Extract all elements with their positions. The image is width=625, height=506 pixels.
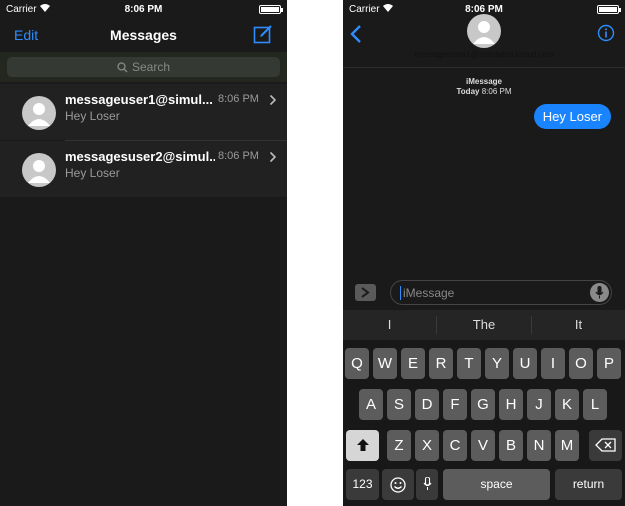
- info-icon[interactable]: [597, 24, 615, 42]
- shift-arrow-icon: [356, 439, 369, 451]
- key-k[interactable]: K: [555, 389, 579, 420]
- battery-icon: [259, 5, 283, 14]
- conversation-preview: Hey Loser: [65, 166, 120, 180]
- key-r[interactable]: R: [429, 348, 453, 379]
- key-a[interactable]: A: [359, 389, 383, 420]
- thread-timestamp: Today 8:06 PM: [343, 87, 625, 96]
- key-g[interactable]: G: [471, 389, 495, 420]
- key-u[interactable]: U: [513, 348, 537, 379]
- message-placeholder: iMessage: [403, 286, 455, 300]
- conversation-name: messageuser1@simul...: [65, 92, 213, 107]
- prediction-item[interactable]: It: [532, 310, 625, 340]
- microphone-icon: [595, 286, 604, 299]
- date-prefix: Today: [456, 87, 480, 96]
- page-title: Messages: [110, 27, 177, 43]
- chevron-right-icon: [269, 151, 277, 163]
- key-i[interactable]: I: [541, 348, 565, 379]
- key-t[interactable]: T: [457, 348, 481, 379]
- dictation-key[interactable]: [416, 469, 438, 500]
- key-b[interactable]: B: [499, 430, 523, 461]
- back-chevron-icon[interactable]: [349, 24, 363, 44]
- key-p[interactable]: P: [597, 348, 621, 379]
- key-j[interactable]: J: [527, 389, 551, 420]
- key-f[interactable]: F: [443, 389, 467, 420]
- key-m[interactable]: M: [555, 430, 579, 461]
- date-time: 8:06 PM: [481, 87, 512, 96]
- key-x[interactable]: X: [415, 430, 439, 461]
- conversation-preview: Hey Loser: [65, 109, 120, 123]
- status-time: 8:06 PM: [124, 4, 163, 15]
- delete-key[interactable]: [589, 430, 622, 461]
- key-d[interactable]: D: [415, 389, 439, 420]
- status-bar: Carrier 8:06 PM: [0, 0, 287, 20]
- avatar: [22, 96, 56, 130]
- prediction-item[interactable]: The: [437, 310, 531, 340]
- backspace-icon: [594, 438, 616, 452]
- keyboard: 123 space return QWERTYUIOP ASDFGHJKL ZXCV…: [343, 340, 625, 506]
- contact-address[interactable]: messagesuser1@simulated.icloud.com: [343, 50, 625, 59]
- text-cursor: [400, 286, 401, 300]
- conversation-screen: Carrier 8:06 PM messagesuser1@simulated.…: [343, 0, 625, 506]
- key-h[interactable]: H: [499, 389, 523, 420]
- app-drawer-button[interactable]: [355, 284, 376, 301]
- numbers-key[interactable]: 123: [346, 469, 379, 500]
- key-l[interactable]: L: [583, 389, 607, 420]
- key-o[interactable]: O: [569, 348, 593, 379]
- avatar[interactable]: [467, 14, 501, 48]
- predictive-bar: I The It: [343, 310, 625, 340]
- battery-icon: [597, 5, 621, 14]
- return-key[interactable]: return: [555, 469, 622, 500]
- divider: [343, 67, 625, 68]
- key-w[interactable]: W: [373, 348, 397, 379]
- message-input[interactable]: iMessage: [390, 280, 612, 305]
- compose-icon[interactable]: [253, 24, 273, 44]
- key-e[interactable]: E: [401, 348, 425, 379]
- shift-key[interactable]: [346, 430, 379, 461]
- avatar: [22, 153, 56, 187]
- conversation-row[interactable]: messageuser1@simul... 8:06 PM Hey Loser: [0, 84, 287, 140]
- key-s[interactable]: S: [387, 389, 411, 420]
- search-input[interactable]: Search: [7, 57, 280, 77]
- key-n[interactable]: N: [527, 430, 551, 461]
- emoji-icon: [390, 477, 406, 493]
- search-placeholder: Search: [131, 60, 171, 74]
- conversation-time: 8:06 PM: [218, 93, 259, 105]
- emoji-key[interactable]: [382, 469, 414, 500]
- chevron-right-icon: [269, 94, 277, 106]
- key-c[interactable]: C: [443, 430, 467, 461]
- prediction-item[interactable]: I: [343, 310, 436, 340]
- conversation-time: 8:06 PM: [218, 150, 259, 162]
- key-y[interactable]: Y: [485, 348, 509, 379]
- chevron-right-icon: [361, 287, 370, 298]
- search-icon: [117, 62, 128, 73]
- message-bubble-sent[interactable]: Hey Loser: [533, 104, 611, 129]
- microphone-icon: [423, 476, 431, 490]
- dictation-button[interactable]: [590, 283, 609, 302]
- space-key[interactable]: space: [443, 469, 550, 500]
- key-v[interactable]: V: [471, 430, 495, 461]
- key-z[interactable]: Z: [387, 430, 411, 461]
- conversation-row[interactable]: messagesuser2@simul... 8:06 PM Hey Loser: [0, 141, 287, 197]
- conversation-name: messagesuser2@simul...: [65, 149, 215, 164]
- service-label: iMessage: [465, 77, 503, 86]
- key-q[interactable]: Q: [345, 348, 369, 379]
- messages-list-screen: Carrier 8:06 PM Edit Messages Search mes…: [0, 0, 287, 506]
